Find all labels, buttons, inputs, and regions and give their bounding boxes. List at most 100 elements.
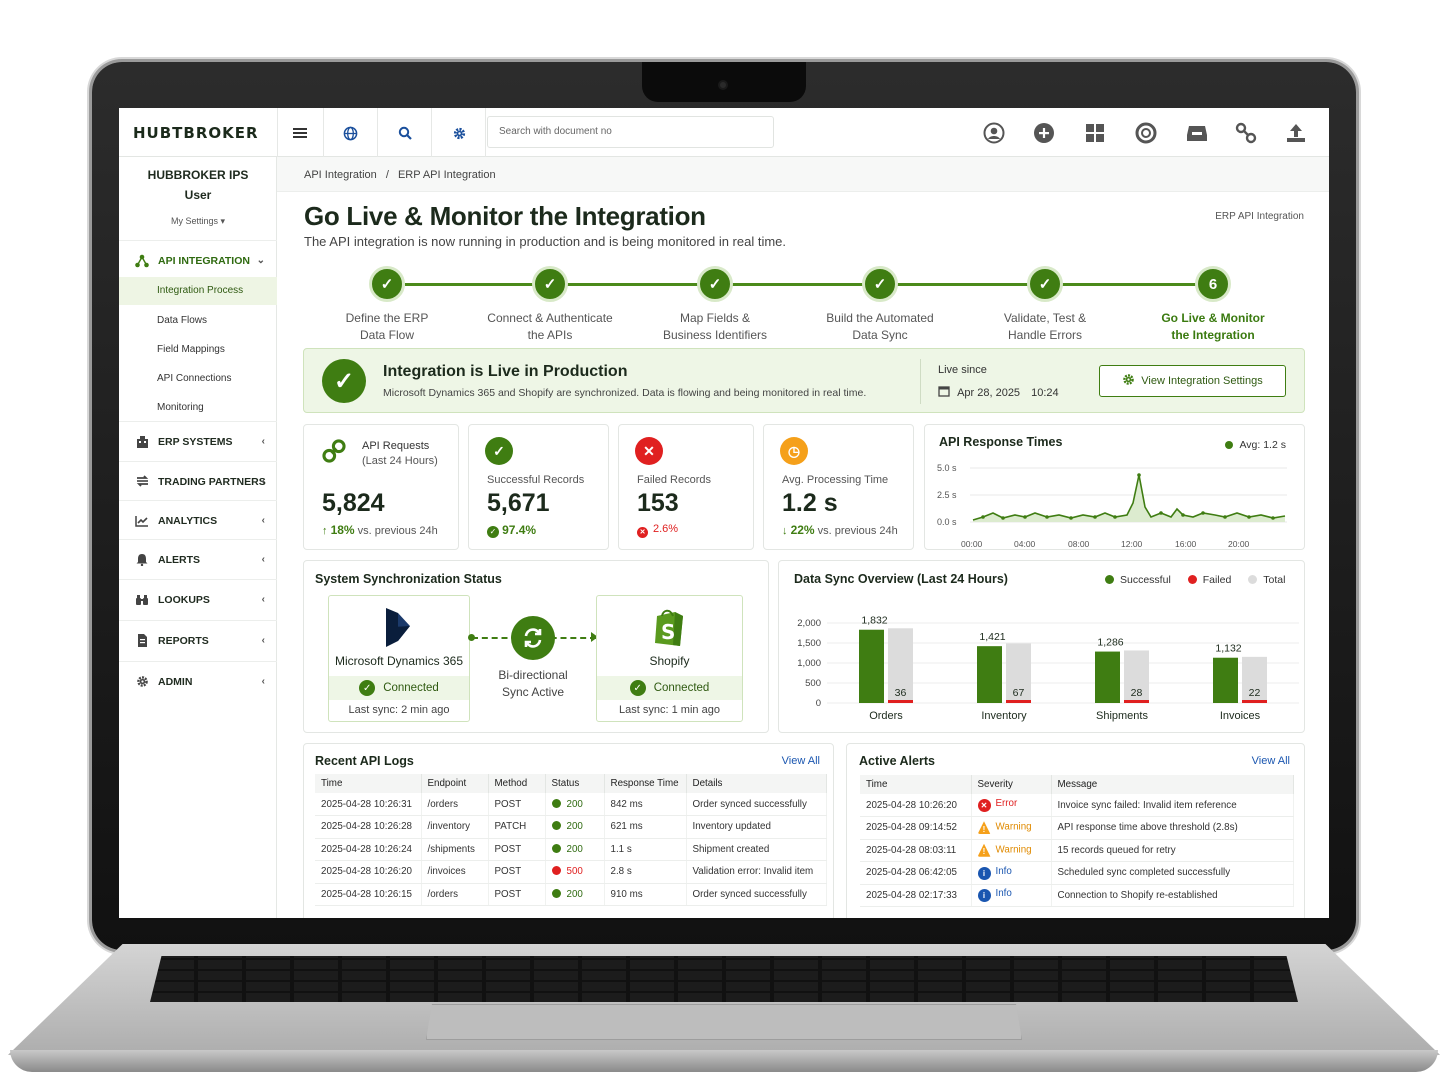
user-circle-icon[interactable] <box>981 120 1007 146</box>
my-settings-link[interactable]: My Settings ▾ <box>119 216 277 227</box>
laptop-base-front <box>10 1050 1438 1072</box>
globe-icon[interactable] <box>339 122 361 144</box>
column-header[interactable]: Time <box>315 774 422 793</box>
sidebar-item-api-integration[interactable]: API INTEGRATION ⌄ <box>119 240 277 280</box>
step-label: Data Flow <box>359 328 415 342</box>
column-header[interactable]: Method <box>488 774 546 793</box>
column-header[interactable]: Details <box>686 774 827 793</box>
keyboard <box>150 956 1298 1002</box>
log-details: Order synced successfully <box>686 883 827 906</box>
column-header[interactable]: Severity <box>971 775 1052 794</box>
step-4[interactable]: ✓ Build the Automated Data Sync <box>805 266 955 344</box>
log-method: PATCH <box>488 815 546 839</box>
table-row[interactable]: 2025-04-28 10:26:20 ✕ Error Invoice sync fa… <box>860 794 1294 817</box>
x-tick: 16:00 <box>1175 539 1197 549</box>
warning-icon: ! <box>977 821 991 835</box>
table-row[interactable]: 2025-04-28 02:17:33 i Info Connection to Sh… <box>860 884 1294 907</box>
sidebar-item-trading-partners[interactable]: TRADING PARTNERS ‹ <box>119 461 277 501</box>
kpi-change: ✓ 97.4% <box>487 523 536 538</box>
breadcrumb-link[interactable]: API Integration <box>304 169 377 181</box>
y-tick: 1,000 <box>797 658 821 669</box>
sidebar-item-reports[interactable]: REPORTS ‹ <box>119 620 277 660</box>
step-1[interactable]: ✓ Define the ERP Data Flow <box>312 266 462 344</box>
status-code: 200 <box>566 843 583 855</box>
alert-severity: i Info <box>971 884 1052 907</box>
view-all-alerts-link[interactable]: View All <box>1252 755 1290 767</box>
table-row[interactable]: 2025-04-28 08:03:11! Warning 15 records qu… <box>860 839 1294 862</box>
sidebar-item-label: API INTEGRATION <box>158 254 250 267</box>
sidebar-item-alerts[interactable]: ALERTS ‹ <box>119 539 277 579</box>
table-row[interactable]: 2025-04-28 10:26:31/orders POST 200 842 ms O… <box>315 793 827 816</box>
step-3[interactable]: ✓ Map Fields & Business Identifiers <box>640 266 790 344</box>
user-name: HUBBROKER IPS <box>147 168 249 182</box>
system-box-dynamics365[interactable]: Microsoft Dynamics 365 ✓ Connected Last s… <box>328 595 470 722</box>
sidebar-subitem-api-connections[interactable]: API Connections <box>119 365 277 393</box>
search-icon[interactable] <box>394 122 416 144</box>
view-integration-settings-button[interactable]: View Integration Settings <box>1099 365 1286 397</box>
step-2[interactable]: ✓ Connect & Authenticate the APIs <box>475 266 625 344</box>
table-row[interactable]: 2025-04-28 10:26:20/invoices POST 500 2.8 s… <box>315 860 827 884</box>
step-5[interactable]: ✓ Validate, Test & Handle Errors <box>970 266 1120 344</box>
area-fill <box>973 475 1285 522</box>
status-code: 200 <box>566 821 583 833</box>
sidebar-subitem-data-flows[interactable]: Data Flows <box>119 307 277 335</box>
log-response-time: 910 ms <box>604 883 687 906</box>
lifebuoy-icon[interactable] <box>1133 120 1159 146</box>
log-time: 2025-04-28 10:26:24 <box>315 838 422 861</box>
connection-status: ✓ Connected <box>329 676 469 700</box>
data-sync-bar-chart: 2,000 1,500 1,000 500 0 1,832 36 Orders 1,421 67 I… <box>797 615 1299 722</box>
live-date: Apr 28, 2025 <box>957 387 1021 399</box>
legend-label: Avg: 1.2 s <box>1239 439 1286 451</box>
bar-successful <box>977 646 1002 703</box>
plus-circle-icon[interactable] <box>1031 120 1057 146</box>
severity-label: Info <box>995 888 1012 900</box>
camera-icon <box>718 80 728 90</box>
y-tick: 1,500 <box>797 638 821 649</box>
column-header[interactable]: Response Time <box>604 774 687 793</box>
upload-icon[interactable] <box>1283 120 1309 146</box>
status-dot <box>551 821 561 831</box>
column-header[interactable]: Status <box>545 774 605 793</box>
error-icon: ✕ <box>635 437 663 465</box>
column-header[interactable]: Message <box>1051 775 1294 794</box>
table-row[interactable]: 2025-04-28 10:26:24/shipments POST 200 1.1 … <box>315 838 827 861</box>
column-header[interactable]: Endpoint <box>421 774 489 793</box>
table-row[interactable]: 2025-04-28 06:42:05 i Info Scheduled sync c… <box>860 861 1294 885</box>
chart-title: Data Sync Overview (Last 24 Hours) <box>794 572 1008 586</box>
sidebar-item-admin[interactable]: ADMIN ‹ <box>119 661 277 701</box>
step-6-current[interactable]: 6 Go Live & Monitor the Integration <box>1138 266 1288 344</box>
table-row[interactable]: 2025-04-28 09:14:52! Warning API response … <box>860 816 1294 840</box>
line-chart-icon <box>134 514 150 528</box>
user-role: User <box>184 188 212 202</box>
sync-icon <box>511 616 555 660</box>
arrow-up-icon: ↑ <box>322 525 328 537</box>
sidebar-item-erp-systems[interactable]: ERP SYSTEMS ‹ <box>119 421 277 461</box>
page-title: Go Live & Monitor the Integration <box>304 201 706 231</box>
alert-time: 2025-04-28 09:14:52 <box>860 816 972 840</box>
column-header[interactable]: Time <box>860 775 972 794</box>
grid-icon[interactable] <box>1082 120 1108 146</box>
log-details: Inventory updated <box>686 815 827 839</box>
bar-value-label: 1,286 <box>1097 637 1123 649</box>
sidebar-item-label: ANALYTICS <box>158 514 218 527</box>
table-row[interactable]: 2025-04-28 10:26:28/inventory PATCH 200 621… <box>315 815 827 839</box>
x-tick: 08:00 <box>1068 539 1090 549</box>
link-icon[interactable] <box>1233 120 1259 146</box>
sidebar-item-analytics[interactable]: ANALYTICS ‹ <box>119 500 277 540</box>
app-logo[interactable]: HUBTBROKER <box>133 124 259 142</box>
gear-icon[interactable] <box>448 122 470 144</box>
system-box-shopify[interactable]: S Shopify ✓ Connected Last sync: 1 min ag… <box>596 595 743 722</box>
sidebar-subitem-integration-process[interactable]: Integration Process <box>119 277 277 305</box>
view-all-logs-link[interactable]: View All <box>782 755 820 767</box>
search-input[interactable]: Search with document no <box>487 116 774 148</box>
sidebar-subitem-monitoring[interactable]: Monitoring <box>119 394 277 422</box>
x-tick: 04:00 <box>1014 539 1036 549</box>
log-status: 500 <box>545 860 605 884</box>
inbox-icon[interactable] <box>1184 120 1210 146</box>
menu-icon[interactable] <box>289 122 311 144</box>
kpi-avg-processing-time: ◷ Avg. Processing Time 1.2 s ↓ 22% vs. p… <box>763 424 914 550</box>
sidebar-item-lookups[interactable]: LOOKUPS ‹ <box>119 579 277 619</box>
table-row[interactable]: 2025-04-28 10:26:15/orders POST 200 910 ms O… <box>315 883 827 906</box>
sidebar-subitem-field-mappings[interactable]: Field Mappings <box>119 336 277 364</box>
step-label: Map Fields & <box>679 311 751 325</box>
